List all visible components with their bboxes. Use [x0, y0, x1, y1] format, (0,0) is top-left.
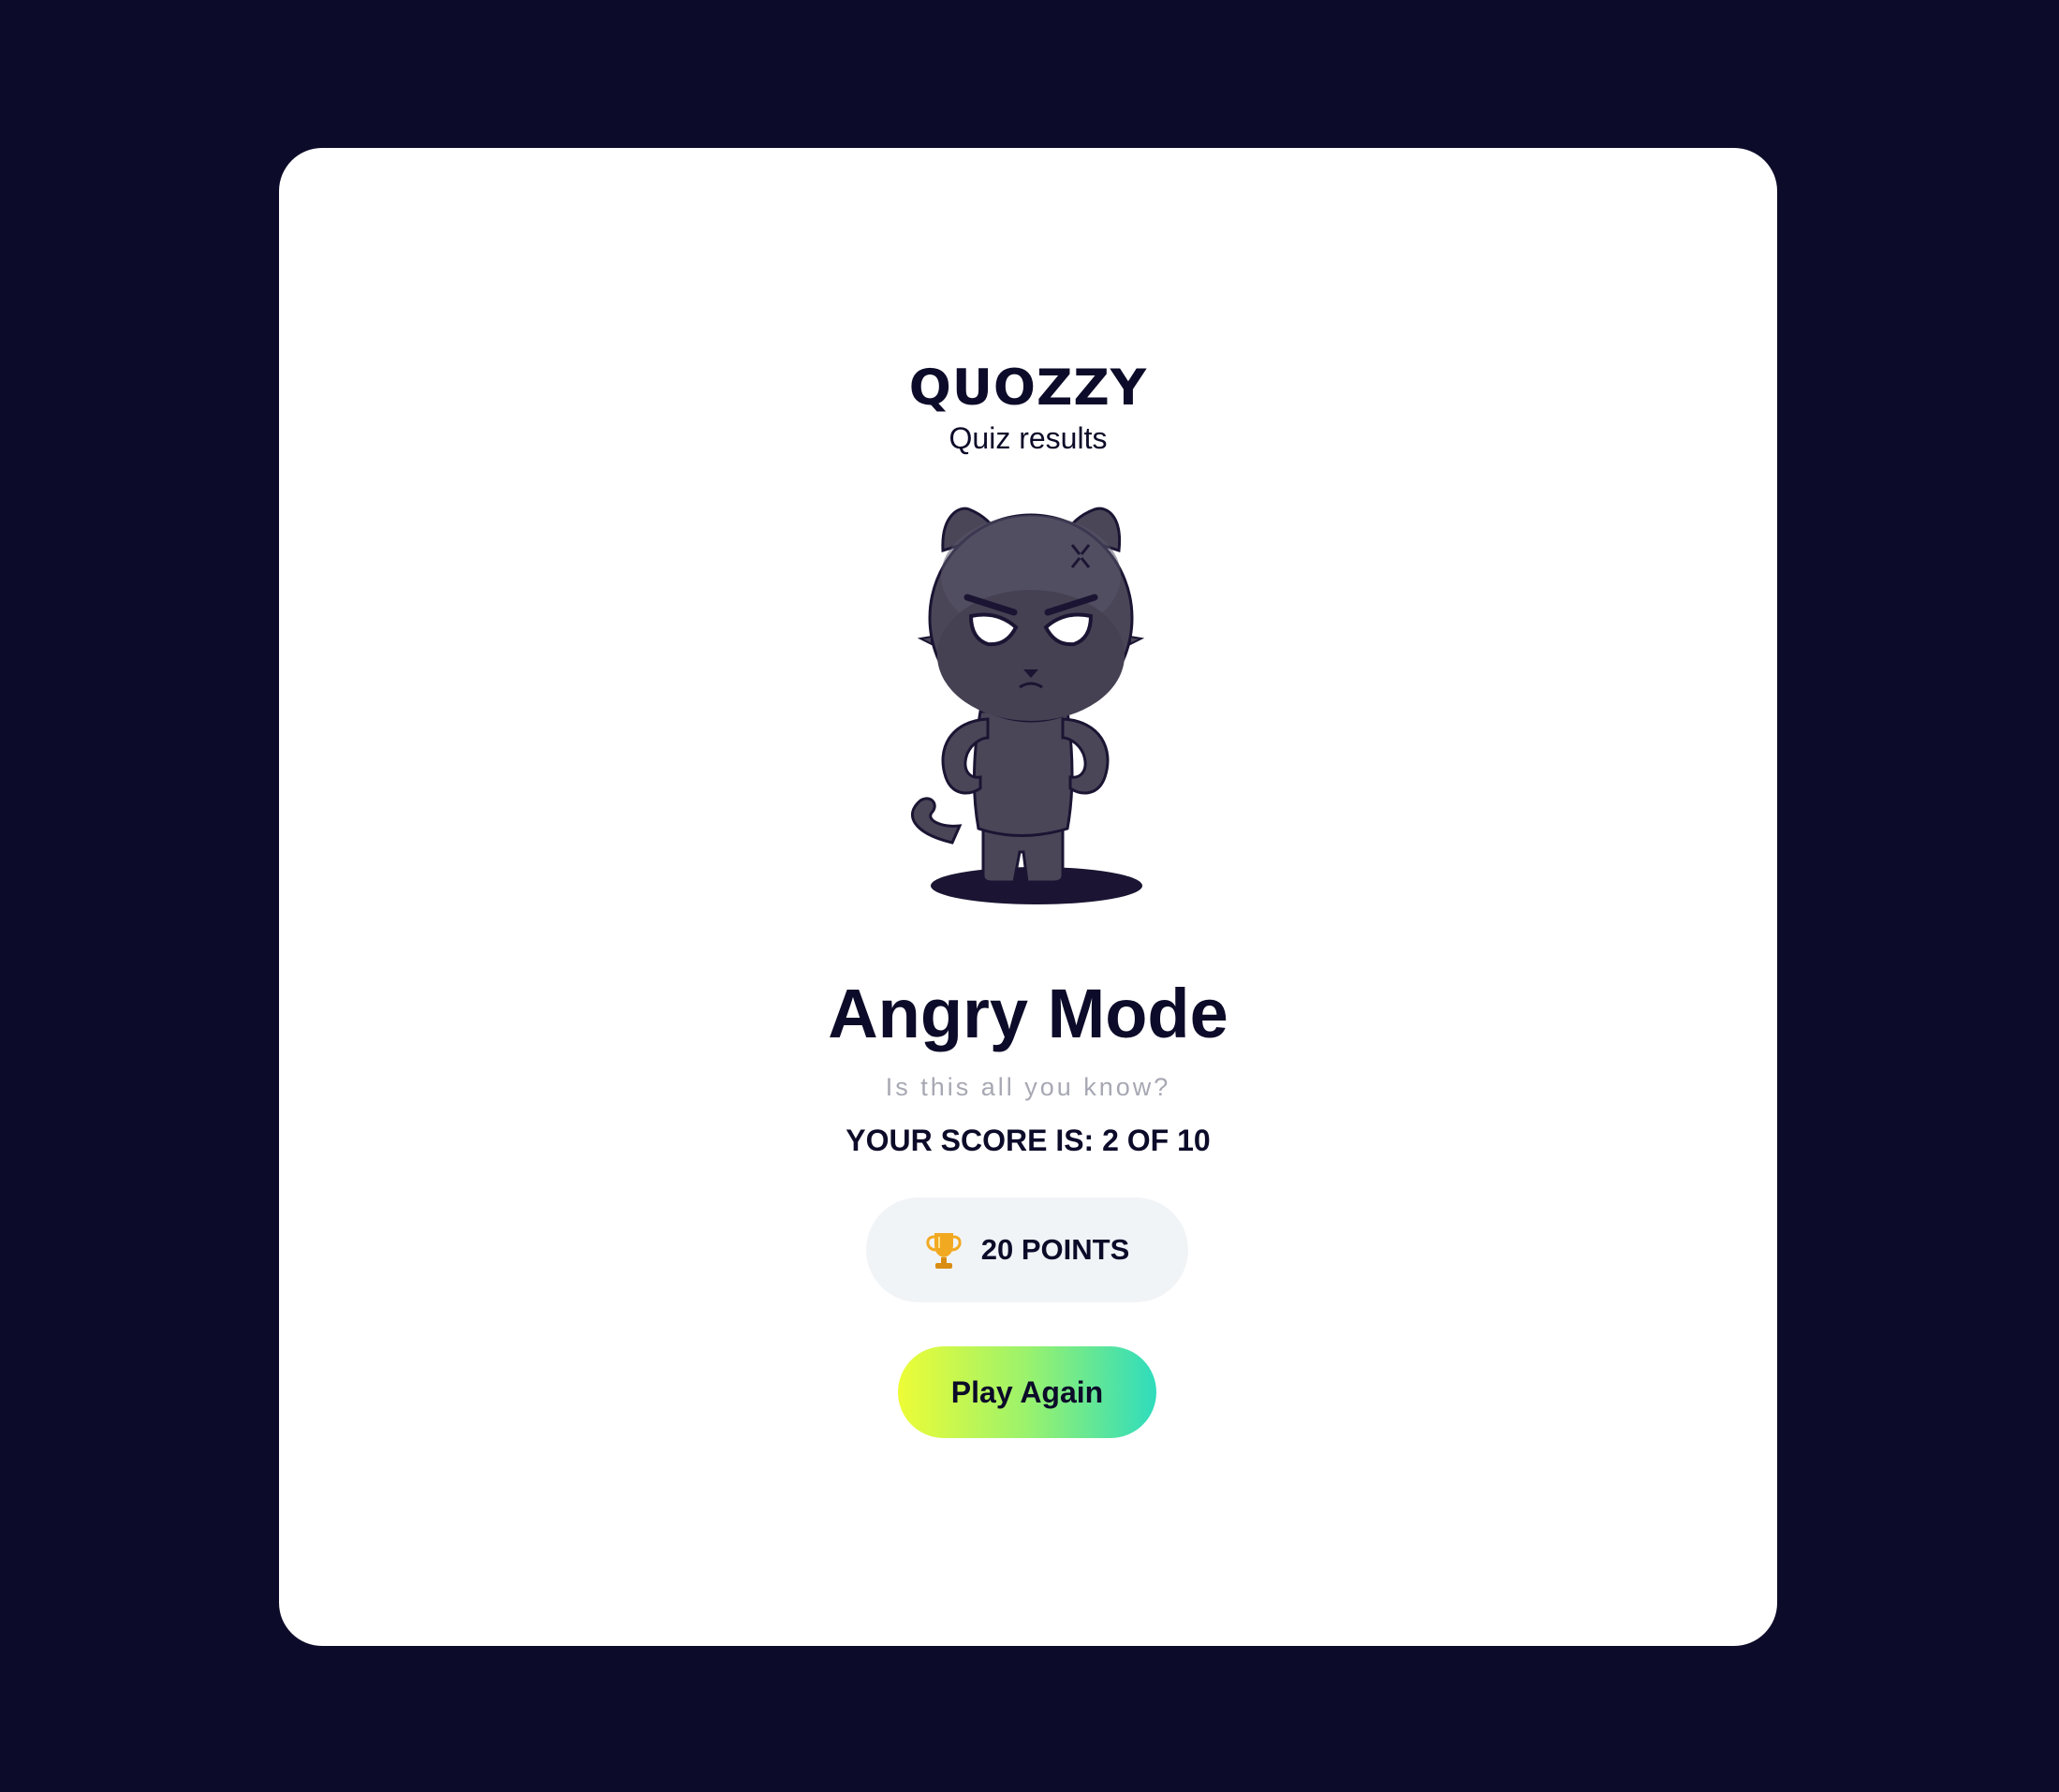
result-title: Angry Mode: [828, 975, 1228, 1052]
trophy-icon: [926, 1233, 962, 1269]
points-badge: 20 POINTS: [866, 1197, 1188, 1302]
angry-cat-mascot-icon: [910, 507, 1145, 904]
points-label: 20 POINTS: [980, 1233, 1130, 1266]
result-tagline: Is this all you know?: [885, 1073, 1171, 1101]
score-text: YOUR SCORE IS: 2 OF 10: [846, 1124, 1211, 1157]
page-subtitle: Quiz results: [949, 421, 1108, 455]
play-again-button[interactable]: Play Again: [898, 1346, 1156, 1438]
results-card: QUOZZY Quiz results Angry Mode Is this a…: [279, 148, 1777, 1646]
brand-logo: QUOZZY: [908, 360, 1148, 417]
